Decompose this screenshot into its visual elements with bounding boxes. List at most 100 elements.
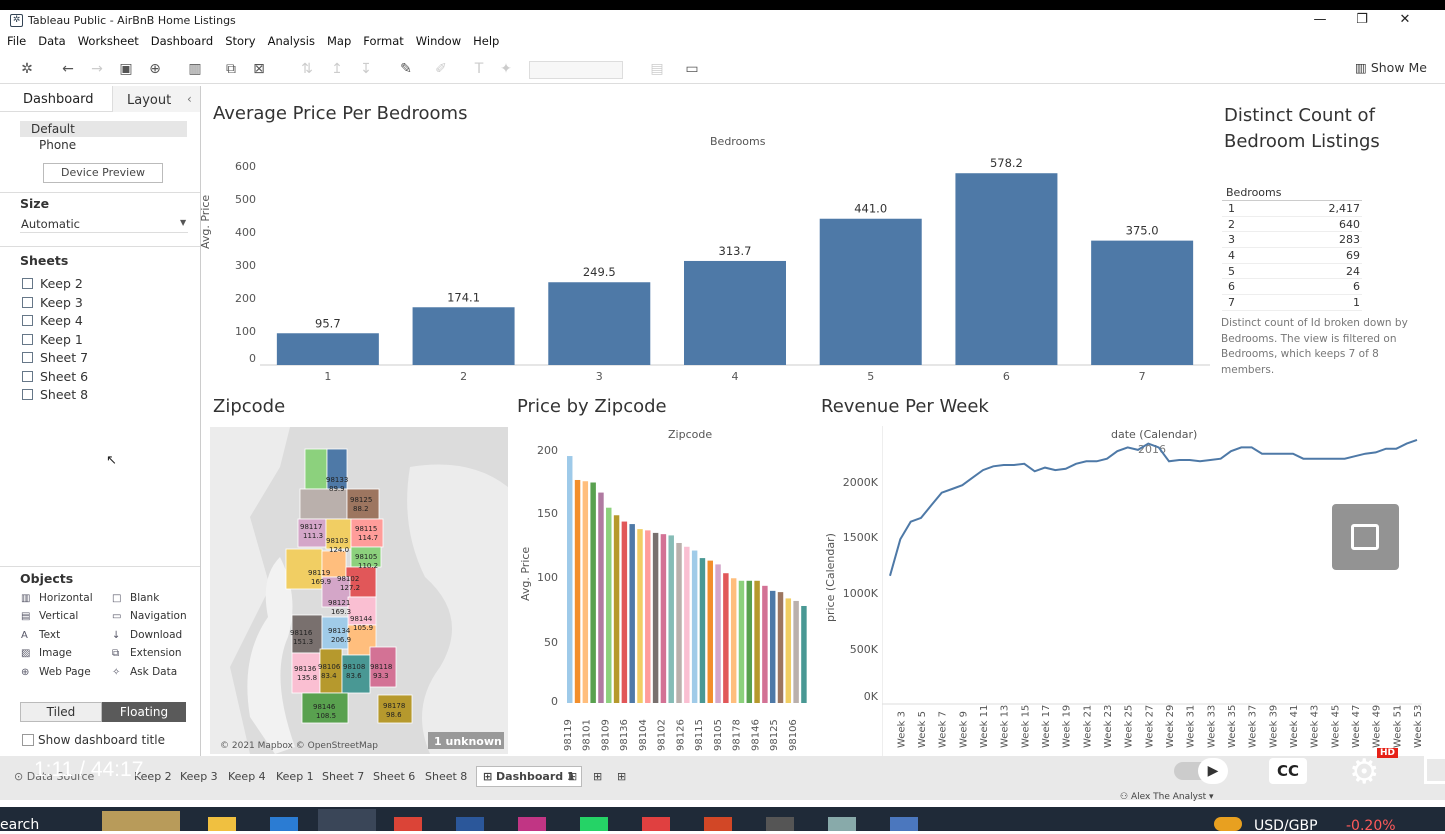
sheet-item[interactable]: Keep 1 xyxy=(22,332,83,347)
presentation-icon[interactable]: ▭ xyxy=(683,60,701,78)
weather-widget[interactable] xyxy=(102,811,180,831)
fit-dropdown[interactable] xyxy=(529,61,623,79)
bar[interactable] xyxy=(793,600,799,703)
object-navigation[interactable]: ▭ Navigation xyxy=(112,610,187,622)
dropdown-arrow-icon[interactable]: ▼ xyxy=(180,218,186,227)
swap-icon[interactable]: ⇅ xyxy=(298,60,316,78)
bar[interactable] xyxy=(668,535,674,703)
sort-desc-icon[interactable]: ↧ xyxy=(357,60,375,78)
bar[interactable] xyxy=(707,560,713,703)
object-download[interactable]: ↓ Download xyxy=(112,629,182,641)
save-icon[interactable]: ▣ xyxy=(117,60,135,78)
duplicate-sheet-icon[interactable]: ⧉ xyxy=(222,60,240,78)
settings-gear-icon[interactable]: ⚙ xyxy=(1349,752,1379,792)
bar[interactable] xyxy=(723,573,729,703)
bar[interactable] xyxy=(574,479,581,703)
minimize-icon[interactable]: — xyxy=(1305,12,1335,30)
tab-sheet-8[interactable]: Sheet 8 xyxy=(425,770,467,783)
device-preview-button[interactable]: Device Preview xyxy=(43,163,163,183)
object-vertical[interactable]: ▤ Vertical xyxy=(21,610,78,622)
tab-keep-4[interactable]: Keep 4 xyxy=(228,770,266,783)
menu-help[interactable]: Help xyxy=(466,32,504,48)
bar[interactable] xyxy=(785,598,792,703)
bar[interactable] xyxy=(819,218,922,365)
bar[interactable] xyxy=(699,558,706,703)
group-icon[interactable]: ✐ xyxy=(432,60,450,78)
object-ask-data[interactable]: ✧ Ask Data xyxy=(112,666,177,678)
tab-keep-3[interactable]: Keep 3 xyxy=(180,770,218,783)
floating-button[interactable]: Floating xyxy=(102,702,186,722)
object-blank[interactable]: □ Blank xyxy=(112,592,159,604)
highlight-icon[interactable]: ✎ xyxy=(397,60,415,78)
sort-asc-icon[interactable]: ↥ xyxy=(328,60,346,78)
bar[interactable] xyxy=(598,492,604,703)
bar[interactable] xyxy=(660,534,667,703)
bar[interactable] xyxy=(606,507,612,703)
bar[interactable] xyxy=(548,282,651,365)
app-icon[interactable] xyxy=(766,817,794,831)
app-icon[interactable] xyxy=(642,817,670,831)
bar[interactable] xyxy=(769,590,776,703)
bar[interactable] xyxy=(955,173,1058,365)
show-title-checkbox[interactable] xyxy=(22,734,34,746)
sheet-item[interactable]: Sheet 6 xyxy=(22,369,88,384)
bar[interactable] xyxy=(691,550,698,703)
tableau-taskbar-icon[interactable] xyxy=(890,817,918,831)
bar[interactable] xyxy=(582,481,589,703)
tableau-logo-icon[interactable]: ✲ xyxy=(18,60,36,78)
captions-icon[interactable]: CC xyxy=(1269,758,1307,784)
bar[interactable] xyxy=(637,529,643,703)
menu-worksheet[interactable]: Worksheet xyxy=(71,32,144,48)
tab-dashboard[interactable]: Dashboard xyxy=(23,92,94,107)
whatsapp-icon[interactable] xyxy=(580,817,608,831)
bar[interactable] xyxy=(730,578,737,703)
menu-file[interactable]: File xyxy=(0,32,31,48)
menu-format[interactable]: Format xyxy=(356,32,409,48)
maximize-icon[interactable]: ❐ xyxy=(1347,12,1377,30)
sheet-item[interactable]: Sheet 8 xyxy=(22,387,88,402)
vscode-icon[interactable] xyxy=(270,817,298,831)
chrome-icon[interactable] xyxy=(394,817,422,831)
menu-map[interactable]: Map xyxy=(320,32,356,48)
size-dropdown[interactable]: Automatic xyxy=(21,217,80,231)
sheet-item[interactable]: Keep 3 xyxy=(22,295,83,310)
undo-icon[interactable]: ← xyxy=(59,60,77,78)
bar[interactable] xyxy=(762,585,768,703)
picture-in-picture-button[interactable] xyxy=(1332,504,1399,570)
pin-icon[interactable]: ✦ xyxy=(497,60,515,78)
tab-sheet-6[interactable]: Sheet 6 xyxy=(373,770,415,783)
menu-dashboard[interactable]: Dashboard xyxy=(144,32,218,48)
tab-sheet-7[interactable]: Sheet 7 xyxy=(322,770,364,783)
collapse-icon[interactable]: ‹ xyxy=(187,92,192,106)
bar[interactable] xyxy=(1091,240,1194,365)
object-extension[interactable]: ⧉ Extension xyxy=(112,647,182,659)
file-explorer-icon[interactable] xyxy=(208,817,236,831)
bar[interactable] xyxy=(715,564,721,703)
sheet-item[interactable]: Keep 2 xyxy=(22,276,83,291)
bar[interactable] xyxy=(621,521,628,703)
device-default[interactable]: Default xyxy=(31,122,75,136)
bar[interactable] xyxy=(684,260,786,365)
redo-icon[interactable]: → xyxy=(88,60,106,78)
miniplayer-icon[interactable] xyxy=(1424,756,1445,784)
menu-analysis[interactable]: Analysis xyxy=(261,32,320,48)
labels-icon[interactable]: T xyxy=(470,60,488,78)
bar[interactable] xyxy=(590,482,596,704)
menu-window[interactable]: Window xyxy=(409,32,466,48)
tab-layout[interactable]: Layout xyxy=(127,93,171,108)
bar[interactable] xyxy=(645,530,651,703)
new-dashboard-tab-icon[interactable]: ⊞ xyxy=(593,770,602,783)
bar[interactable] xyxy=(567,456,573,703)
show-cards-icon[interactable]: ▤ xyxy=(648,60,666,78)
bar[interactable] xyxy=(684,546,690,703)
tab-dashboard-1[interactable]: ⊞ Dashboard 1 xyxy=(476,766,582,787)
new-story-tab-icon[interactable]: ⊞ xyxy=(617,770,626,783)
sheet-item[interactable]: Sheet 7 xyxy=(22,350,88,365)
close-icon[interactable]: ✕ xyxy=(1390,12,1420,30)
app-icon[interactable] xyxy=(828,817,856,831)
bar[interactable] xyxy=(412,307,515,365)
menu-data[interactable]: Data xyxy=(31,32,70,48)
new-worksheet-icon[interactable]: ▥ xyxy=(186,60,204,78)
bar[interactable] xyxy=(754,580,760,703)
bar[interactable] xyxy=(777,592,784,703)
